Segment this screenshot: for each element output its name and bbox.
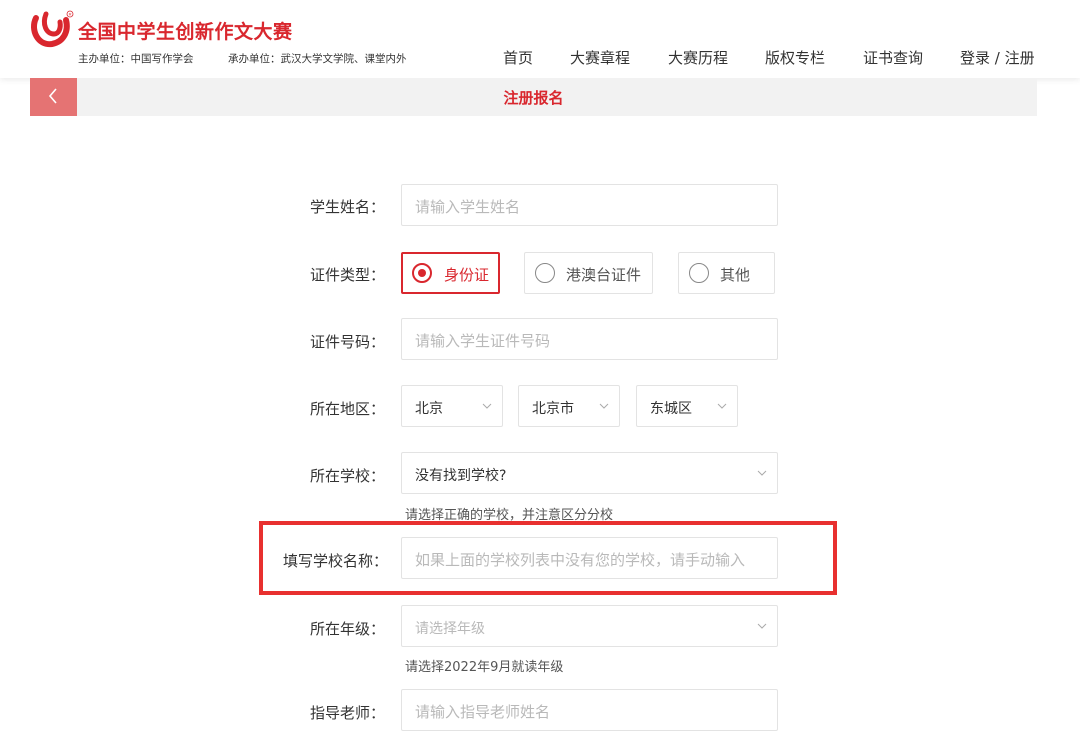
chevron-down-icon xyxy=(599,403,609,409)
chevron-down-icon xyxy=(757,623,767,629)
school-label: 所在学校： xyxy=(310,467,386,485)
logo-icon[interactable]: R xyxy=(30,10,74,50)
teacher-label: 指导老师： xyxy=(310,704,386,722)
chevron-down-icon xyxy=(482,403,492,409)
chevron-down-icon xyxy=(717,403,727,409)
student-name-input[interactable]: 请输入学生姓名 xyxy=(401,184,778,226)
nav-copyright[interactable]: 版权专栏 xyxy=(765,47,825,68)
teacher-placeholder: 请输入指导老师姓名 xyxy=(415,703,551,721)
nav-certificate[interactable]: 证书查询 xyxy=(863,47,923,68)
grade-select[interactable]: 请选择年级 xyxy=(401,605,778,647)
id-number-placeholder: 请输入学生证件号码 xyxy=(415,332,551,350)
school-value: 没有找到学校? xyxy=(415,468,507,484)
page-title: 注册报名 xyxy=(503,89,564,107)
city-select[interactable]: 北京市 xyxy=(518,385,620,427)
province-value: 北京 xyxy=(415,401,443,417)
id-type-option-label: 其他 xyxy=(720,266,751,284)
school-name-label: 填写学校名称： xyxy=(283,552,389,570)
id-type-label: 证件类型： xyxy=(310,266,386,284)
svg-text:R: R xyxy=(69,12,72,17)
student-name-label: 学生姓名： xyxy=(310,198,386,216)
id-number-label: 证件号码： xyxy=(310,333,386,351)
teacher-input[interactable]: 请输入指导老师姓名 xyxy=(401,689,778,731)
id-number-input[interactable]: 请输入学生证件号码 xyxy=(401,318,778,360)
radio-checked-icon xyxy=(412,263,432,283)
radio-unchecked-icon xyxy=(535,263,555,283)
school-name-input[interactable]: 如果上面的学校列表中没有您的学校，请手动输入 xyxy=(401,537,778,579)
district-select[interactable]: 东城区 xyxy=(636,385,738,427)
site-header: R 全国中学生创新作文大赛 主办单位：中国写作学会 承办单位：武汉大学文学院、课… xyxy=(0,0,1080,78)
nav-rules[interactable]: 大赛章程 xyxy=(570,47,630,68)
region-label: 所在地区： xyxy=(310,400,386,418)
page-title-bar: 注册报名 xyxy=(30,78,1037,116)
district-value: 东城区 xyxy=(650,401,692,417)
radio-unchecked-icon xyxy=(689,263,709,283)
id-type-option-idcard[interactable]: 身份证 xyxy=(401,252,500,294)
nav-login-register[interactable]: 登录 / 注册 xyxy=(960,47,1035,68)
nav-history[interactable]: 大赛历程 xyxy=(668,47,728,68)
site-title[interactable]: 全国中学生创新作文大赛 xyxy=(78,17,293,44)
id-type-option-label: 港澳台证件 xyxy=(566,266,642,284)
school-select[interactable]: 没有找到学校? xyxy=(401,452,778,494)
grade-hint: 请选择2022年9月就读年级 xyxy=(405,660,564,675)
id-type-option-other[interactable]: 其他 xyxy=(678,252,775,294)
student-name-placeholder: 请输入学生姓名 xyxy=(415,198,521,216)
organizer-text: 主办单位：中国写作学会 xyxy=(78,53,194,65)
id-type-option-label: 身份证 xyxy=(444,266,490,284)
id-type-option-hk-macao-taiwan[interactable]: 港澳台证件 xyxy=(524,252,653,294)
co-organizer-text: 承办单位：武汉大学文学院、课堂内外 xyxy=(228,53,407,65)
nav-home[interactable]: 首页 xyxy=(503,47,533,68)
chevron-down-icon xyxy=(757,470,767,476)
grade-placeholder: 请选择年级 xyxy=(415,621,485,637)
city-value: 北京市 xyxy=(532,401,574,417)
province-select[interactable]: 北京 xyxy=(401,385,503,427)
grade-label: 所在年级： xyxy=(310,620,386,638)
school-name-placeholder: 如果上面的学校列表中没有您的学校，请手动输入 xyxy=(415,551,746,569)
